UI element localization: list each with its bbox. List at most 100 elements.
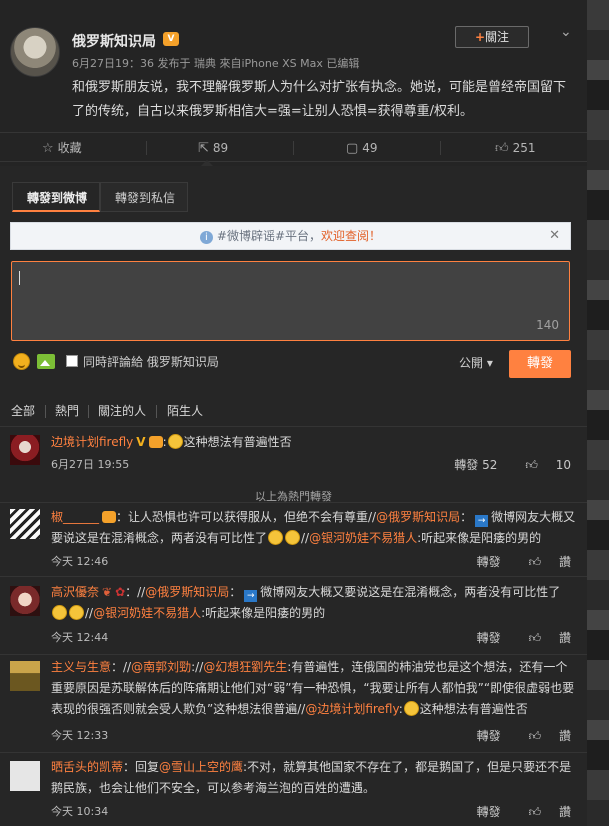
- emoji-icon[interactable]: [13, 353, 30, 370]
- repost-item-like-button[interactable]: 👍︎ 讚: [515, 805, 571, 819]
- avatar[interactable]: [10, 661, 40, 691]
- repost-item-like-button[interactable]: 👍︎ 讚: [515, 729, 571, 743]
- filter-following[interactable]: 關注的人: [98, 402, 146, 419]
- image-icon[interactable]: [37, 354, 55, 369]
- divider: [293, 141, 294, 155]
- divider: [88, 405, 89, 418]
- thumb-up-icon: 👍︎: [528, 805, 545, 819]
- collect-button[interactable]: ☆ 收藏: [42, 133, 82, 163]
- repost-time: 今天 12:44: [51, 631, 109, 644]
- emoji-icon: [52, 605, 67, 620]
- submit-repost-button[interactable]: 轉發: [509, 350, 571, 378]
- repost-content: 微博网友大概又要说这是在混淆概念，两者没有可比性了: [260, 585, 561, 599]
- repost-text: 边境计划firefly V: 这种想法有普遍性否: [51, 432, 576, 453]
- emoji-icon: [285, 530, 301, 545]
- background-strip: [587, 0, 609, 826]
- chevron-down-icon[interactable]: ⌄: [560, 24, 572, 40]
- repost-item-repost-button[interactable]: 轉發: [477, 555, 501, 569]
- divider: [45, 405, 46, 418]
- repost-filters: 全部 熱門 關注的人 陌生人: [0, 402, 587, 424]
- repost-text: 主义与生意：//@南郭刘勁://@幻想狂劉先生:有普遍性，连俄国的柿油党也是这个…: [51, 657, 576, 720]
- repost-action-button[interactable]: ⇱ 89: [198, 133, 228, 163]
- repost-time: 今天 10:34: [51, 805, 109, 818]
- like-count: 10: [555, 458, 571, 472]
- repost-content: ：让人恐惧也许可以获得服从，但绝不会有尊重//: [116, 510, 377, 524]
- filter-all[interactable]: 全部: [11, 402, 35, 419]
- like-label: 讚: [558, 555, 571, 569]
- like-button[interactable]: 👍︎ 251: [495, 133, 536, 163]
- share-icon: ⇱: [198, 141, 209, 156]
- post-meta: 6月27日19：36 发布于 瑞典 來自iPhone XS Max 已编辑: [72, 57, 360, 70]
- repost-user[interactable]: 椒______: [51, 510, 99, 524]
- thumb-up-icon: 👍︎: [528, 555, 545, 569]
- follow-label: 關注: [485, 30, 510, 44]
- repost-item-repost-button[interactable]: 轉發: [477, 631, 501, 645]
- divider: [440, 141, 441, 155]
- mention-link[interactable]: @俄罗斯知识局: [145, 585, 229, 599]
- tab-repost-weibo[interactable]: 轉發到微博: [12, 182, 100, 212]
- author-avatar[interactable]: [10, 27, 60, 77]
- mention-link[interactable]: @雪山上空的鹰: [159, 760, 243, 774]
- emoji-icon: [268, 530, 284, 545]
- repost-content: 这种想法有普遍性否: [419, 702, 528, 716]
- emoji-icon: [69, 605, 84, 620]
- mention-link[interactable]: @幻想狂劉先生: [203, 660, 287, 674]
- author-name[interactable]: 俄罗斯知识局: [72, 31, 156, 51]
- repost-content: :听起来像是阳痿的男的: [201, 606, 326, 620]
- repost-user[interactable]: 边境计划firefly: [51, 435, 133, 449]
- avatar[interactable]: [10, 761, 40, 791]
- repost-user[interactable]: 高沢優奈: [51, 585, 99, 599]
- like-label: 讚: [558, 631, 571, 645]
- repost-content: //: [85, 606, 94, 620]
- mention-link[interactable]: @俄罗斯知识局: [376, 510, 460, 524]
- repost-text: 高沢優奈 ❦ ✿：//@俄罗斯知识局： → 微博网友大概又要说这是在混淆概念，两者没有可…: [51, 582, 576, 624]
- post: 俄罗斯知识局 V 6月27日19：36 发布于 瑞典 來自iPhone XS M…: [0, 0, 587, 132]
- arrow-right-icon: →: [475, 515, 489, 527]
- repost-content: ：//: [125, 585, 146, 599]
- repost-item-like-button[interactable]: 👍︎ 讚: [515, 631, 571, 645]
- repost-ops: 轉發 52 👍︎ 10: [440, 456, 571, 473]
- weibo-card: 俄罗斯知识局 V 6月27日19：36 发布于 瑞典 來自iPhone XS M…: [0, 0, 587, 826]
- repost-count: 89: [212, 141, 229, 155]
- repost-content: //: [301, 531, 310, 545]
- repost-colon: :: [162, 435, 167, 449]
- repost-textarea[interactable]: 140: [11, 261, 570, 341]
- mention-link[interactable]: @银河奶娃不易猎人: [309, 531, 417, 545]
- repost-item-like-button[interactable]: 👍︎ 讚: [515, 555, 571, 569]
- repost-content: :: [398, 702, 403, 716]
- divider: [146, 141, 147, 155]
- flower-icon: ✿: [115, 585, 126, 599]
- repost-user[interactable]: 主义与生意: [51, 660, 111, 674]
- mention-link[interactable]: @南郭刘勁: [131, 660, 191, 674]
- info-icon: i: [199, 231, 213, 244]
- repost-content: ：: [460, 510, 473, 524]
- repost-item-repost-button[interactable]: 轉發: [477, 729, 501, 743]
- avatar[interactable]: [10, 509, 40, 539]
- close-icon[interactable]: ✕: [549, 223, 560, 249]
- repost-item-like-button[interactable]: 👍︎ 10: [511, 458, 571, 472]
- visibility-select[interactable]: 公開 ▾: [459, 354, 493, 371]
- comment-button[interactable]: ▢ 49: [346, 133, 378, 163]
- mention-link[interactable]: @边境计划firefly: [305, 702, 398, 716]
- filter-strangers[interactable]: 陌生人: [167, 402, 203, 419]
- repost-item-repost-button[interactable]: 轉發: [477, 805, 501, 819]
- also-comment-checkbox[interactable]: [66, 355, 78, 367]
- repost-item: 椒______ ：让人恐惧也许可以获得服从，但绝不会有尊重//@俄罗斯知识局： → 微…: [0, 502, 587, 574]
- repost-content: ：: [229, 585, 242, 599]
- notice-link[interactable]: 欢迎查阅！: [321, 229, 381, 243]
- vip-badge-icon: V: [163, 32, 179, 46]
- mention-link[interactable]: @银河奶娃不易猎人: [93, 606, 201, 620]
- repost-item-repost-button[interactable]: 轉發 52: [454, 458, 497, 472]
- follow-button[interactable]: +關注: [455, 26, 529, 48]
- repost-text: 椒______ ：让人恐惧也许可以获得服从，但绝不会有尊重//@俄罗斯知识局： → 微…: [51, 507, 576, 549]
- avatar[interactable]: [10, 435, 40, 465]
- repost-content: ：回复: [123, 760, 160, 774]
- avatar[interactable]: [10, 586, 40, 616]
- post-text: 和俄罗斯朋友说，我不理解俄罗斯人为什么对扩张有执念。她说，可能是曾经帝国留下了的…: [72, 80, 567, 119]
- repost-user[interactable]: 晒舌头的凯蒂: [51, 760, 123, 774]
- repost-item: 晒舌头的凯蒂：回复@雪山上空的鹰:不对，就算其他国家不存在了，都是鹅国了，但是只…: [0, 752, 587, 826]
- emoji-icon: [403, 701, 419, 716]
- filter-hot[interactable]: 熱門: [55, 402, 79, 419]
- tab-repost-message[interactable]: 轉發到私信: [100, 182, 188, 212]
- repost-panel: 轉發到微博 轉發到私信 i #微博辟谣#平台，欢迎查阅！ ✕ 140 同時評論給 …: [0, 166, 587, 826]
